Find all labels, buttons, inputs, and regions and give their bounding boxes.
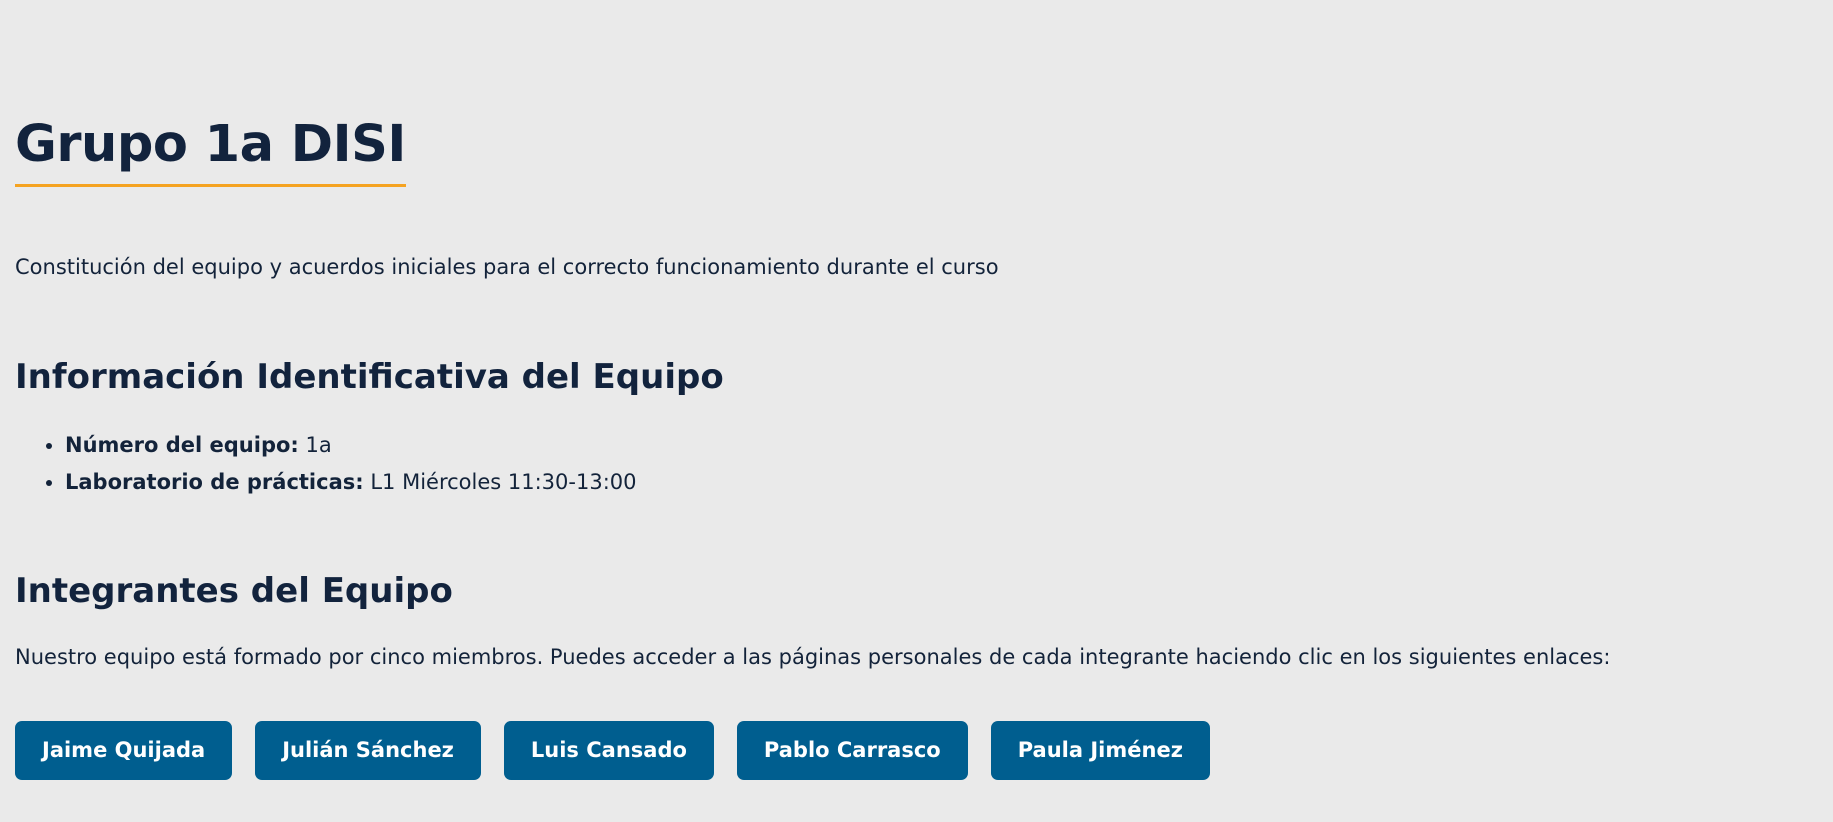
info-section-heading: Información Identificativa del Equipo <box>15 357 724 397</box>
info-list: Número del equipo: 1a Laboratorio de prá… <box>15 427 637 501</box>
info-item-label: Laboratorio de prácticas: <box>65 470 364 494</box>
title-wrapper: Grupo 1a DISI <box>15 112 406 187</box>
members-intro: Nuestro equipo está formado por cinco mi… <box>15 645 1611 669</box>
info-item-value: L1 Miércoles 11:30-13:00 <box>370 470 637 494</box>
member-link-luis-cansado[interactable]: Luis Cansado <box>503 721 714 780</box>
info-item-lab: Laboratorio de prácticas: L1 Miércoles 1… <box>65 464 637 501</box>
page-subtitle: Constitución del equipo y acuerdos inici… <box>15 255 999 279</box>
member-link-paula-jimenez[interactable]: Paula Jiménez <box>990 721 1210 780</box>
member-link-jaime-quijada[interactable]: Jaime Quijada <box>15 721 233 780</box>
page-title: Grupo 1a DISI <box>15 112 406 187</box>
member-links: Jaime Quijada Julián Sánchez Luis Cansad… <box>15 721 1210 780</box>
member-link-julian-sanchez[interactable]: Julián Sánchez <box>255 721 481 780</box>
info-item-label: Número del equipo: <box>65 433 299 457</box>
members-section-heading: Integrantes del Equipo <box>15 571 453 611</box>
member-link-pablo-carrasco[interactable]: Pablo Carrasco <box>736 721 968 780</box>
info-item-team-number: Número del equipo: 1a <box>65 427 637 464</box>
info-item-value: 1a <box>305 433 332 457</box>
